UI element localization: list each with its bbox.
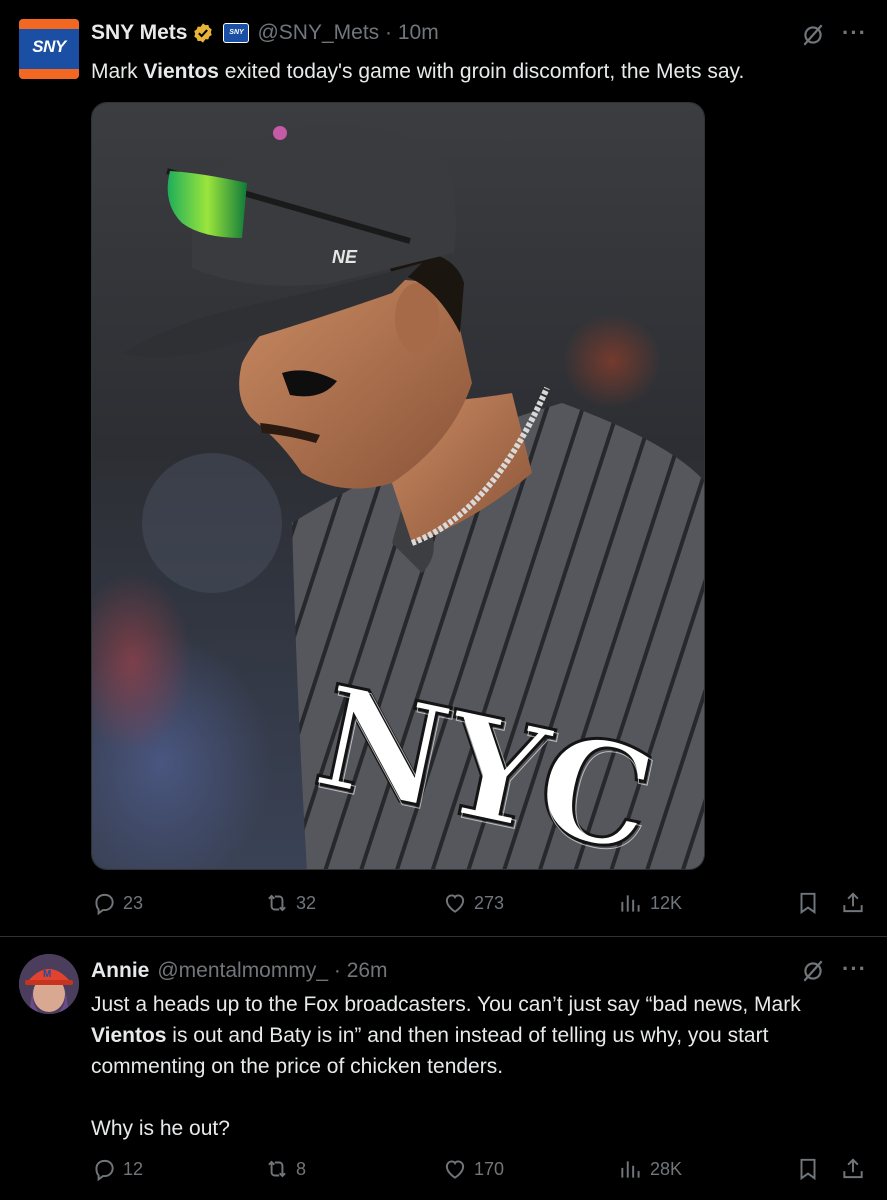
like-count: 273 [474,892,505,913]
tweet-sny-mets[interactable]: SNY SNY Mets SNY @SNY_Mets · 10m ··· Mar… [0,0,887,936]
sny-mets-avatar[interactable]: SNY [19,19,79,79]
repost-icon [268,894,286,912]
tweet-actions: 23 32 273 12K [0,890,887,920]
reply-count: 23 [123,892,144,913]
more-icon[interactable]: ··· [842,20,867,46]
author-name[interactable]: SNY Mets [91,21,187,45]
reply-button[interactable]: 12 [91,1156,143,1182]
repost-icon [268,1160,286,1178]
like-button[interactable]: 170 [442,1156,504,1182]
share-icon[interactable] [840,890,866,916]
tweet-header: Annie @mentalmommy_ · 26m [91,956,388,986]
verified-badge-icon [194,23,213,43]
reply-button[interactable]: 23 [91,890,143,916]
author-name[interactable]: Annie [91,959,149,983]
bookmark-icon[interactable] [795,890,821,916]
tweet-header: SNY Mets SNY @SNY_Mets · 10m [91,18,439,48]
annie-avatar[interactable]: M [19,954,79,1014]
tweet-text: Just a heads up to the Fox broadcasters.… [91,993,801,1140]
grok-icon[interactable] [800,958,826,984]
views-button[interactable]: 12K [618,890,682,916]
reply-icon [95,893,114,916]
reply-count: 12 [123,1158,144,1179]
views-count: 12K [650,892,683,913]
tweet-text: Mark Vientos exited today's game with gr… [91,60,745,83]
more-icon[interactable]: ··· [842,956,867,982]
tweet-actions: 12 8 170 28K [0,1156,887,1186]
share-icon[interactable] [840,1156,866,1182]
views-count: 28K [650,1158,683,1179]
sny-logo: SNY [32,37,66,56]
views-button[interactable]: 28K [618,1156,682,1182]
repost-count: 32 [296,892,317,913]
repost-button[interactable]: 32 [264,890,316,916]
cap-logo: NE [332,247,358,267]
mention-vientos: Vientos [143,60,219,83]
views-icon [621,1161,640,1178]
tweet-photo[interactable]: NE NYC NYC [91,102,705,870]
like-icon [445,1160,465,1179]
grok-icon[interactable] [800,22,826,48]
player-photo: NE NYC NYC [92,103,704,869]
bookmark-icon[interactable] [795,1156,821,1182]
like-count: 170 [474,1158,505,1179]
handle-and-time[interactable]: @mentalmommy_ · 26m [157,959,387,983]
svg-text:M: M [43,969,51,980]
repost-button[interactable]: 8 [264,1156,306,1182]
like-icon [445,894,465,913]
repost-count: 8 [296,1158,307,1179]
mention-vientos: Vientos [91,1024,167,1047]
like-button[interactable]: 273 [442,890,504,916]
views-icon [621,895,640,912]
reply-icon [95,1159,114,1182]
affiliate-badge[interactable]: SNY [223,23,250,43]
handle-and-time[interactable]: @SNY_Mets · 10m [257,21,438,45]
